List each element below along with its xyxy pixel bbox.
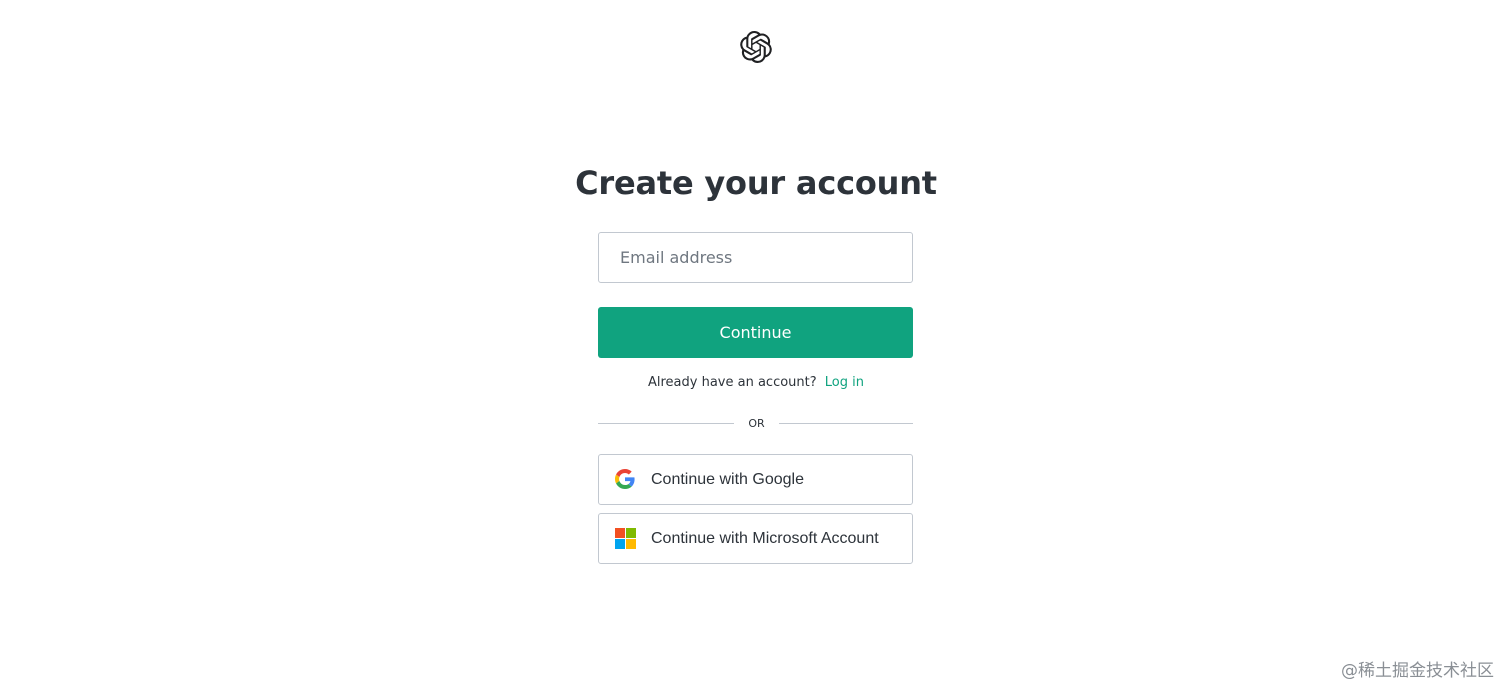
login-prompt-text: Already have an account? <box>647 375 817 390</box>
divider-line-right <box>779 423 913 424</box>
divider-line-left <box>598 423 734 424</box>
continue-button[interactable]: Continue <box>598 307 913 358</box>
microsoft-button-label: Continue with Microsoft Account <box>651 530 879 547</box>
google-button-label: Continue with Google <box>651 471 804 488</box>
page-title: Create your account <box>575 164 937 202</box>
login-link[interactable]: Log in <box>825 375 864 390</box>
microsoft-icon <box>615 528 636 549</box>
continue-with-google-button[interactable]: Continue with Google <box>598 454 913 505</box>
watermark: @稀土掘金技术社区 <box>1341 661 1494 681</box>
email-field[interactable] <box>598 232 913 283</box>
continue-with-microsoft-button[interactable]: Continue with Microsoft Account <box>598 513 913 564</box>
google-icon <box>615 469 635 489</box>
openai-logo-icon <box>740 31 772 63</box>
login-prompt-row: Already have an account? Log in <box>0 374 1512 392</box>
divider-or-text: OR <box>748 417 765 430</box>
